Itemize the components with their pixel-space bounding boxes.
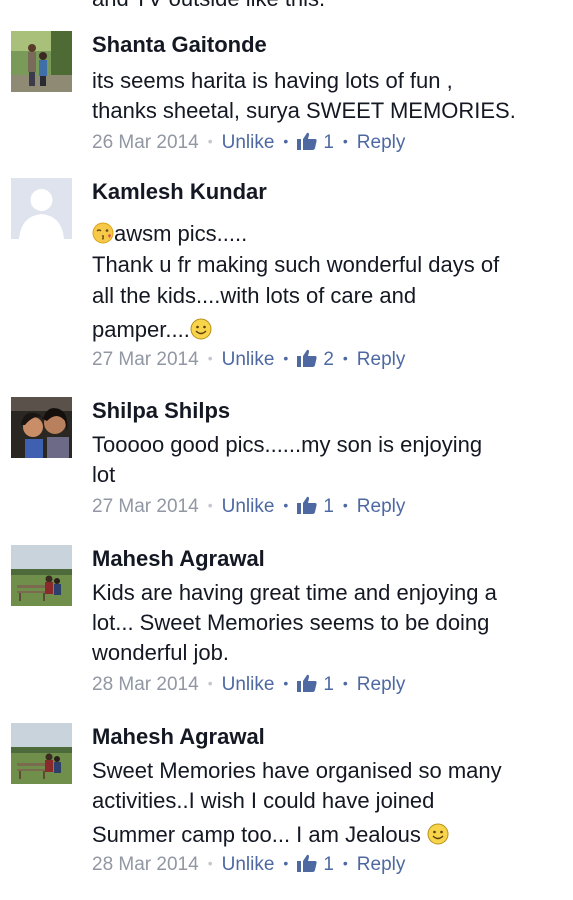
meta-separator: • [207, 855, 213, 871]
meta-separator: • [283, 133, 289, 149]
comment-date[interactable]: 27 Mar 2014 [92, 496, 199, 517]
comment-text-line: wonderful job. [92, 640, 229, 665]
comment-meta: 26 Mar 2014 • Unlike • 1 • Reply [92, 128, 562, 156]
comment-date[interactable]: 28 Mar 2014 [92, 674, 199, 695]
comment-date[interactable]: 27 Mar 2014 [92, 349, 199, 370]
like-count-number: 1 [323, 132, 334, 153]
meta-separator: • [283, 675, 289, 691]
kiss-emoji-icon [92, 222, 114, 244]
like-count[interactable]: 1 [297, 854, 334, 875]
like-count-number: 1 [323, 854, 334, 875]
comment-meta: 28 Mar 2014 • Unlike • 1 • Reply [92, 670, 562, 698]
comment-text: its seems harita is having lots of fun ,… [92, 66, 562, 126]
comment-text-line: its seems harita is having lots of fun , [92, 68, 453, 93]
comment-text: Tooooo good pics......my son is enjoying… [92, 430, 562, 490]
avatar-photo-people-on-bench [11, 545, 72, 606]
comments-page: and TV outside like this. Shanta Gaitond… [0, 0, 573, 900]
avatar[interactable] [11, 545, 72, 606]
comment-author[interactable]: Shanta Gaitonde [92, 31, 562, 59]
reply-link[interactable]: Reply [357, 132, 406, 153]
comment-text-line: Thank u fr making such wonderful days of [92, 252, 500, 277]
meta-separator: • [283, 855, 289, 871]
meta-separator: • [207, 350, 213, 366]
meta-separator: • [342, 133, 348, 149]
meta-separator: • [342, 675, 348, 691]
thumbs-up-icon [297, 349, 317, 367]
avatar-photo-people-on-bench [11, 723, 72, 784]
like-count[interactable]: 1 [297, 132, 334, 153]
unlike-link[interactable]: Unlike [222, 132, 275, 153]
avatar[interactable] [11, 178, 72, 239]
comment-text: awsm pics..... Thank u fr making such wo… [92, 218, 562, 345]
thumbs-up-icon [297, 674, 317, 692]
comment-text: Kids are having great time and enjoying … [92, 578, 562, 668]
thumbs-up-icon [297, 132, 317, 150]
comment-author[interactable]: Shilpa Shilps [92, 397, 562, 425]
comment-author[interactable]: Kamlesh Kundar [92, 178, 562, 206]
avatar-photo-two-people-outdoors [11, 31, 72, 92]
comment-text-line: Sweet Memories have organised so many [92, 758, 502, 783]
meta-separator: • [207, 675, 213, 691]
reply-link[interactable]: Reply [357, 349, 406, 370]
comment-text: Sweet Memories have organised so many ac… [92, 756, 562, 850]
reply-link[interactable]: Reply [357, 496, 406, 517]
meta-separator: • [283, 350, 289, 366]
meta-separator: • [342, 855, 348, 871]
comment-text-line: Kids are having great time and enjoying … [92, 580, 497, 605]
comment-meta: 27 Mar 2014 • Unlike • 2 • Reply [92, 345, 562, 373]
unlike-link[interactable]: Unlike [222, 674, 275, 695]
comment-text-line: lot... Sweet Memories seems to be doing [92, 610, 490, 635]
smile-emoji-icon [427, 823, 449, 845]
avatar-photo-two-women-selfie [11, 397, 72, 458]
like-count[interactable]: 1 [297, 496, 334, 517]
thumbs-up-icon [297, 854, 317, 872]
unlike-link[interactable]: Unlike [222, 496, 275, 517]
comment-text-line: pamper.... [92, 314, 562, 345]
unlike-link[interactable]: Unlike [222, 349, 275, 370]
comment-text-line: thanks sheetal, surya SWEET MEMORIES. [92, 98, 516, 123]
comment-text-line: Summer camp too... I am Jealous [92, 820, 562, 850]
like-count-number: 1 [323, 674, 334, 695]
comment-author[interactable]: Mahesh Agrawal [92, 723, 562, 751]
default-profile-silhouette-icon [11, 178, 72, 239]
comment-text-line: activities..I wish I could have joined [92, 788, 435, 813]
comment-author[interactable]: Mahesh Agrawal [92, 545, 562, 573]
like-count[interactable]: 2 [297, 349, 334, 370]
meta-separator: • [283, 497, 289, 513]
meta-separator: • [207, 497, 213, 513]
reply-link[interactable]: Reply [357, 674, 406, 695]
avatar[interactable] [11, 723, 72, 784]
comment-meta: 27 Mar 2014 • Unlike • 1 • Reply [92, 492, 562, 520]
comment-text-line: all the kids....with lots of care and [92, 283, 417, 308]
meta-separator: • [342, 497, 348, 513]
comment-date[interactable]: 26 Mar 2014 [92, 132, 199, 153]
reply-link[interactable]: Reply [357, 854, 406, 875]
previous-comment-text-fragment: and TV outside like this. [92, 0, 325, 12]
comment-text-line: awsm pics..... [92, 218, 562, 249]
meta-separator: • [342, 350, 348, 366]
comment-meta: 28 Mar 2014 • Unlike • 1 • Reply [92, 850, 562, 878]
like-count[interactable]: 1 [297, 674, 334, 695]
comment-text-line: Tooooo good pics......my son is enjoying [92, 432, 483, 457]
comment-date[interactable]: 28 Mar 2014 [92, 854, 199, 875]
comment-text-line: lot [92, 462, 116, 487]
avatar[interactable] [11, 397, 72, 458]
unlike-link[interactable]: Unlike [222, 854, 275, 875]
meta-separator: • [207, 133, 213, 149]
avatar[interactable] [11, 31, 72, 92]
like-count-number: 2 [323, 349, 334, 370]
like-count-number: 1 [323, 496, 334, 517]
thumbs-up-icon [297, 496, 317, 514]
smile-emoji-icon [190, 318, 212, 340]
